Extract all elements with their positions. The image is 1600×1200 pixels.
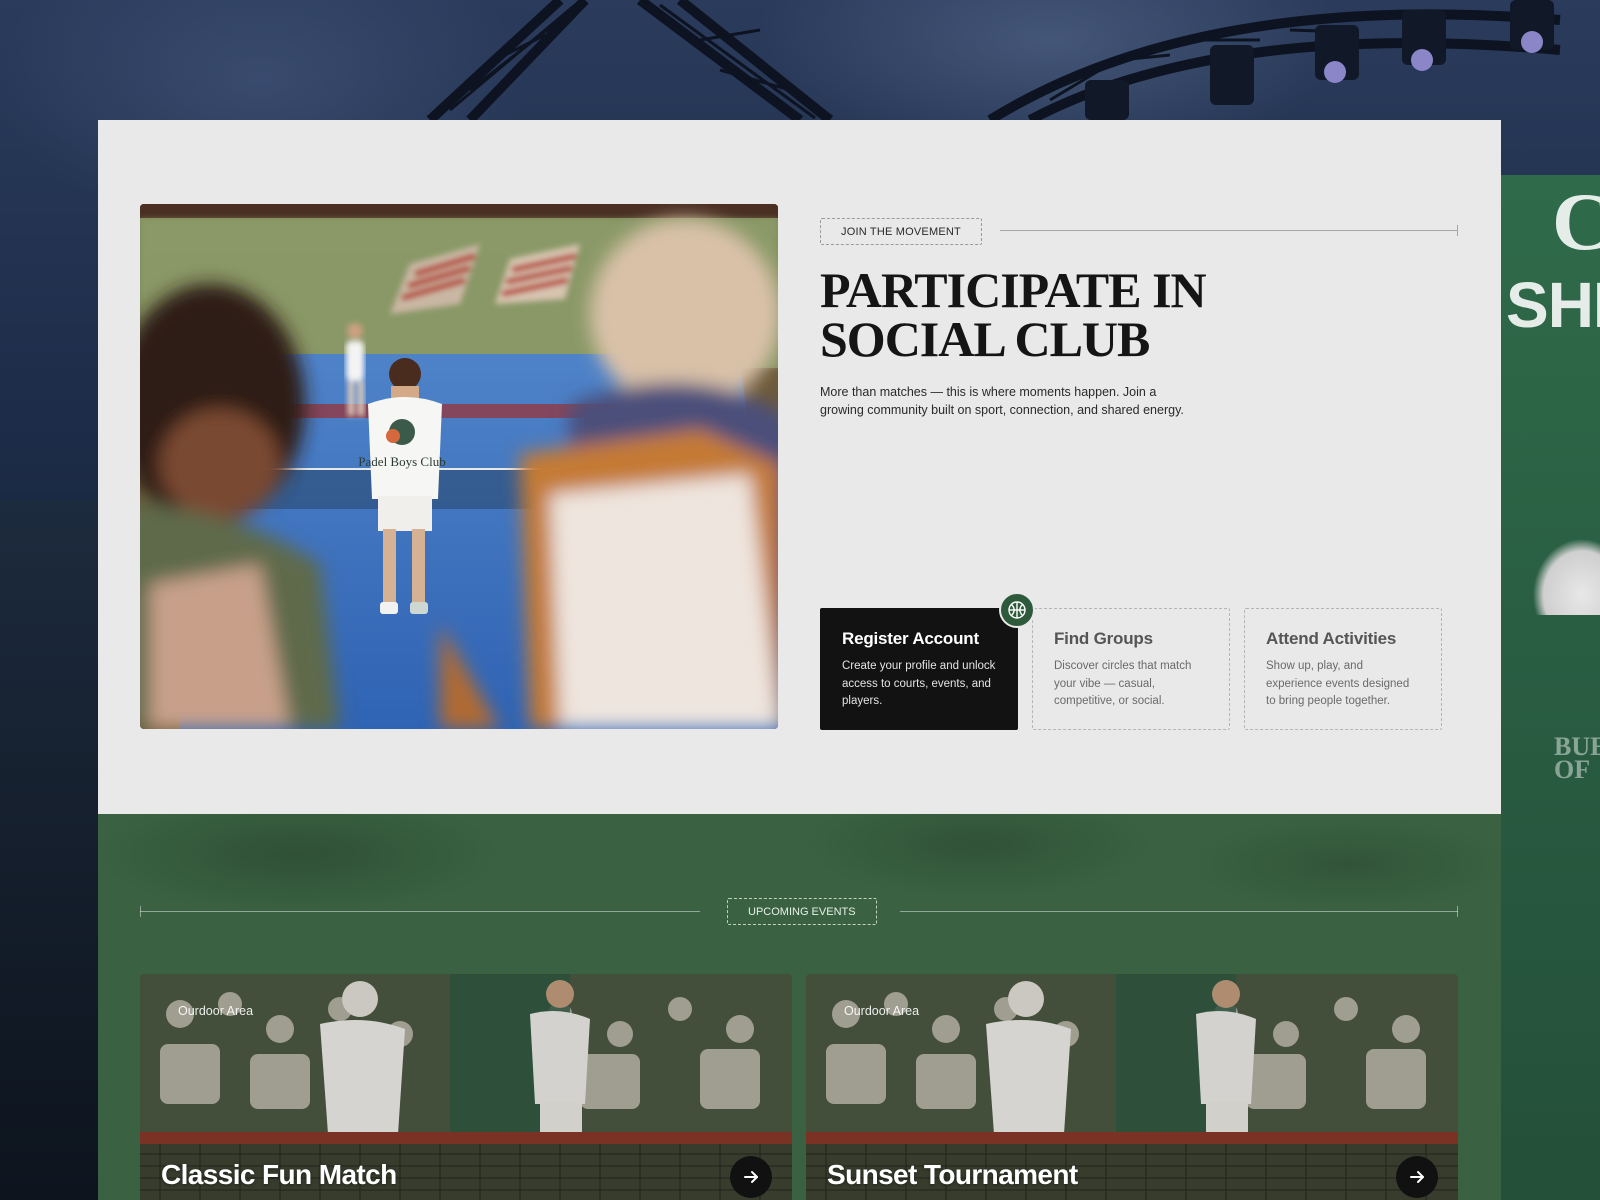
basketball-icon <box>999 592 1035 628</box>
banner-text-mid: SHI <box>1506 269 1600 341</box>
step-card-register-account[interactable]: Register Account Create your profile and… <box>820 608 1018 730</box>
background-left-shadow <box>0 500 98 1200</box>
join-description: More than matches — this is where moment… <box>820 385 1184 417</box>
join-tag: JOIN THE MOVEMENT <box>820 218 982 245</box>
step-card-attend-activities[interactable]: Attend Activities Show up, play, and exp… <box>1244 608 1442 730</box>
hero-shirt-text: Padel Boys Club <box>358 454 445 469</box>
step-card-find-groups[interactable]: Find Groups Discover circles that match … <box>1032 608 1230 730</box>
event-title: Classic Fun Match <box>161 1159 397 1190</box>
step-description: Discover circles that match your vibe — … <box>1054 660 1192 707</box>
page-title: PARTICIPATE IN SOCIAL CLUB <box>820 262 1207 367</box>
event-title: Sunset Tournament <box>827 1159 1078 1190</box>
join-section: Padel Boys Club JOIN THE MOVEMENT PARTIC… <box>98 120 1501 814</box>
events-tag: UPCOMING EVENTS <box>727 898 877 925</box>
event-location: Ourdoor Area <box>178 1004 254 1018</box>
step-description: Create your profile and unlock access to… <box>842 660 996 707</box>
arrow-right-icon <box>1410 1171 1424 1183</box>
background-banner: SHI C BUE OF <box>1500 175 1600 1200</box>
background-spectator <box>1502 505 1600 615</box>
banner-text-bottom: BUE OF <box>1554 732 1600 785</box>
event-card-sunset-tournament[interactable]: Ourdoor Area Sunset Tournament <box>806 974 1458 1200</box>
events-divider-left <box>140 906 700 917</box>
stage-truss-graphic <box>426 0 1561 120</box>
event-location: Ourdoor Area <box>844 1004 920 1018</box>
step-description: Show up, play, and experience events des… <box>1266 660 1410 707</box>
event-arrow-button[interactable] <box>730 1156 772 1198</box>
step-title: Find Groups <box>1054 629 1153 648</box>
event-arrow-button[interactable] <box>1396 1156 1438 1198</box>
arrow-right-icon <box>744 1171 758 1183</box>
event-card-classic-fun-match[interactable]: Ourdoor Area Classic Fun Match <box>140 974 792 1200</box>
step-title: Attend Activities <box>1266 629 1397 648</box>
join-divider <box>1000 225 1458 236</box>
upcoming-events-section: UPCOMING EVENTS Ourdoor Area Classic Fun… <box>98 814 1501 1200</box>
hero-photo: Padel Boys Club <box>140 204 778 729</box>
events-divider-right <box>900 906 1458 917</box>
banner-text-top: C <box>1552 176 1600 267</box>
step-title: Register Account <box>842 629 979 648</box>
